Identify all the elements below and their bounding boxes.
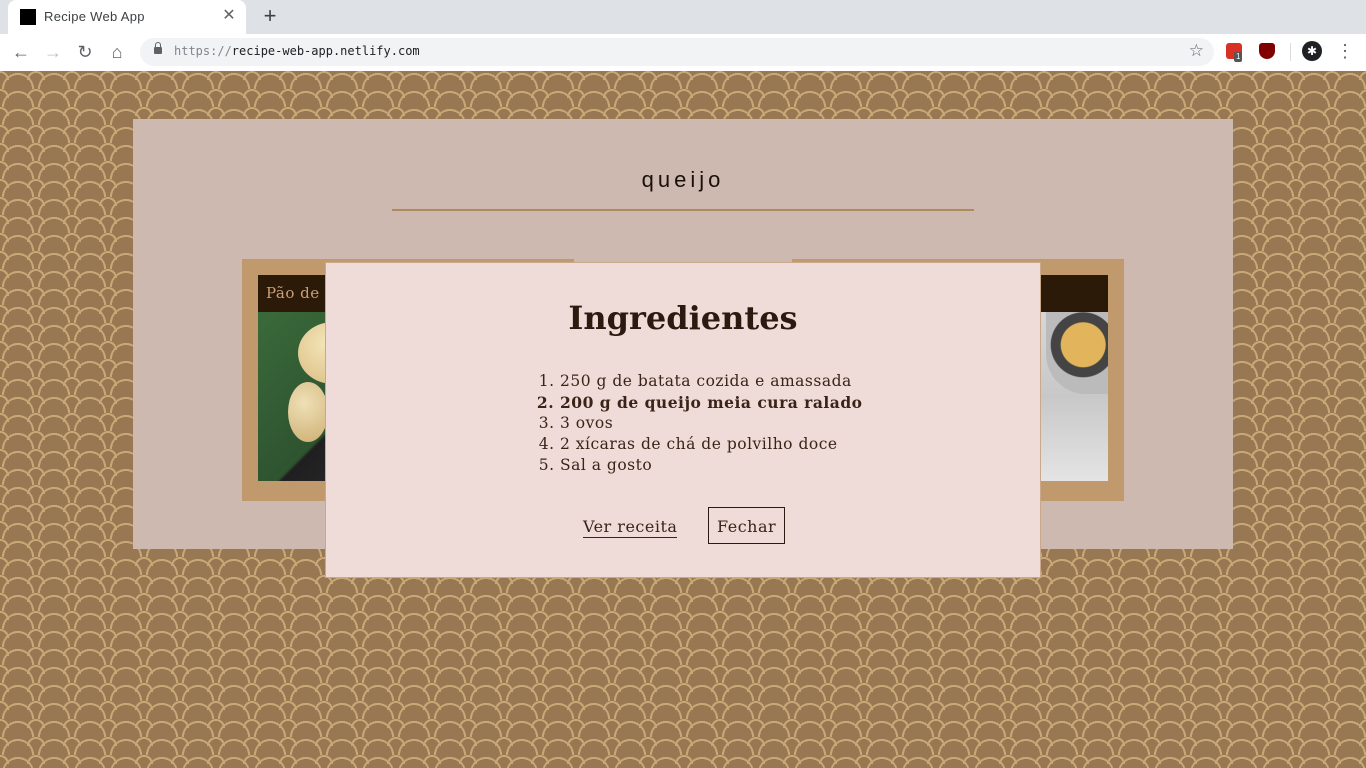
browser-toolbar: ← → ↻ ⌂ https://recipe-web-app.netlify.c… — [0, 34, 1366, 72]
back-icon[interactable]: ← — [10, 41, 32, 63]
modal-title: Ingredientes — [568, 299, 798, 337]
ingredients-list: 250 g de batata cozida e amassada 200 g … — [540, 371, 863, 476]
extension-badge: 1 — [1234, 52, 1243, 62]
url-text[interactable]: https://recipe-web-app.netlify.com — [174, 44, 420, 58]
ingredients-modal: Ingredientes 250 g de batata cozida e am… — [325, 262, 1041, 578]
favicon-icon — [20, 9, 36, 25]
search-term[interactable]: queijo — [133, 167, 1233, 193]
home-icon[interactable]: ⌂ — [106, 41, 128, 63]
url-host: recipe-web-app.netlify.com — [231, 44, 420, 58]
ingredient-item: 200 g de queijo meia cura ralado — [560, 392, 863, 413]
new-tab-button[interactable]: + — [258, 4, 282, 28]
ingredient-item: 250 g de batata cozida e amassada — [560, 371, 863, 392]
search-underline — [392, 209, 974, 211]
close-button[interactable]: Fechar — [708, 507, 786, 544]
bread-shape — [288, 382, 328, 442]
ublock-icon[interactable] — [1259, 43, 1275, 59]
profile-avatar[interactable]: ✱ — [1302, 41, 1322, 61]
tab-strip: Recipe Web App ✕ + — [0, 0, 1366, 34]
url-scheme: https:// — [174, 44, 232, 58]
close-tab-icon[interactable]: ✕ — [220, 7, 238, 25]
ingredient-item: 2 xícaras de chá de polvilho doce — [560, 434, 863, 455]
view-recipe-link[interactable]: Ver receita — [583, 517, 678, 538]
address-bar[interactable]: https://recipe-web-app.netlify.com ☆ — [140, 38, 1214, 66]
forward-icon[interactable]: → — [42, 41, 64, 63]
menu-icon[interactable]: ⋮ — [1336, 40, 1354, 62]
ingredient-item: 3 ovos — [560, 413, 863, 434]
bookmark-star-icon[interactable]: ☆ — [1189, 41, 1204, 61]
ingredient-item: Sal a gosto — [560, 455, 863, 476]
toolbar-divider — [1290, 43, 1291, 61]
reload-icon[interactable]: ↻ — [74, 41, 96, 63]
tab-title: Recipe Web App — [44, 9, 145, 24]
extension-icon[interactable]: 1 — [1226, 43, 1243, 62]
modal-actions: Ver receita Fechar — [326, 507, 1040, 547]
pan-shape — [1046, 312, 1108, 394]
lock-icon — [154, 42, 162, 54]
browser-tab[interactable]: Recipe Web App ✕ — [8, 0, 246, 34]
card-title: Pão de — [266, 284, 320, 302]
page-background: queijo Pão de Ingredientes 250 g de bata… — [0, 71, 1366, 768]
